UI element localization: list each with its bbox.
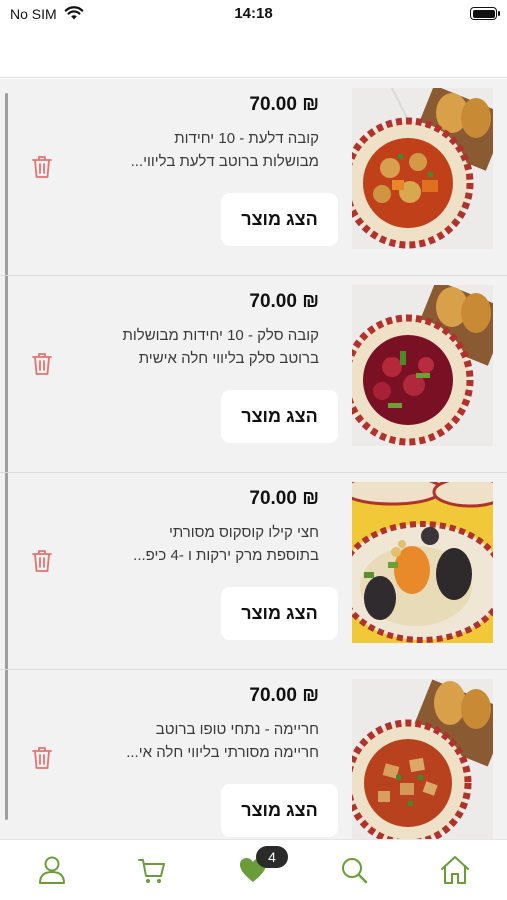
show-product-button[interactable]: הצג מוצר (221, 587, 338, 640)
description-line: ברוטב סלק בליווי חלה אישית (138, 350, 319, 367)
trash-icon[interactable] (32, 352, 52, 376)
status-bar: No SIM 14:18 (0, 0, 507, 30)
description-line: קובה דלעת - 10 יחידות (174, 130, 319, 147)
list-item: ₪ 70.00 חצי קילו קוסקוס מסורתי בתוספת מר… (0, 473, 507, 670)
product-price: ₪ 70.00 (249, 94, 319, 115)
list-item: ₪ 70.00 קובה דלעת - 10 יחידות מבושלות בר… (0, 79, 507, 276)
description-line: חריימה מסורתי בליווי חלה אי... (126, 744, 319, 761)
description-line: מבושלות ברוטב דלעת בליווי... (130, 153, 319, 170)
clock: 14:18 (234, 5, 273, 22)
search-icon[interactable] (338, 854, 370, 886)
product-price: ₪ 70.00 (249, 291, 319, 312)
cart-icon[interactable] (136, 854, 168, 886)
product-description: קובה סלק - 10 יחידות מבושלות ברוטב סלק ב… (79, 324, 319, 370)
home-icon[interactable] (439, 854, 471, 886)
product-description: חצי קילו קוסקוס מסורתי בתוספת מרק ירקות … (79, 521, 319, 567)
tab-bar: 4 (0, 839, 507, 900)
show-product-button[interactable]: הצג מוצר (221, 784, 338, 837)
trash-icon[interactable] (32, 549, 52, 573)
description-line: חריימה - נתחי טופו ברוטב (155, 721, 319, 738)
product-price: ₪ 70.00 (249, 685, 319, 706)
description-line: בתוספת מרק ירקות ו -4 כיפ... (133, 547, 319, 564)
product-description: קובה דלעת - 10 יחידות מבושלות ברוטב דלעת… (79, 127, 319, 173)
description-line: קובה סלק - 10 יחידות מבושלות (122, 327, 319, 344)
description-line: חצי קילו קוסקוס מסורתי (168, 524, 319, 541)
trash-icon[interactable] (32, 746, 52, 770)
trash-icon[interactable] (32, 155, 52, 179)
list-item: ₪ 70.00 חריימה - נתחי טופו ברוטב חריימה … (0, 670, 507, 839)
show-product-button[interactable]: הצג מוצר (221, 193, 338, 246)
list-item: ₪ 70.00 קובה סלק - 10 יחידות מבושלות ברו… (0, 276, 507, 473)
header (0, 30, 507, 78)
product-image[interactable] (352, 679, 493, 839)
battery-icon (470, 7, 500, 20)
product-price: ₪ 70.00 (249, 488, 319, 509)
product-image[interactable] (352, 482, 493, 643)
favorites-count-badge: 4 (256, 846, 288, 868)
product-description: חריימה - נתחי טופו ברוטב חריימה מסורתי ב… (79, 718, 319, 764)
favorites-list[interactable]: ₪ 70.00 קובה דלעת - 10 יחידות מבושלות בר… (0, 79, 507, 839)
person-icon[interactable] (36, 854, 68, 886)
product-image[interactable] (352, 285, 493, 446)
show-product-button[interactable]: הצג מוצר (221, 390, 338, 443)
product-image[interactable] (352, 88, 493, 249)
